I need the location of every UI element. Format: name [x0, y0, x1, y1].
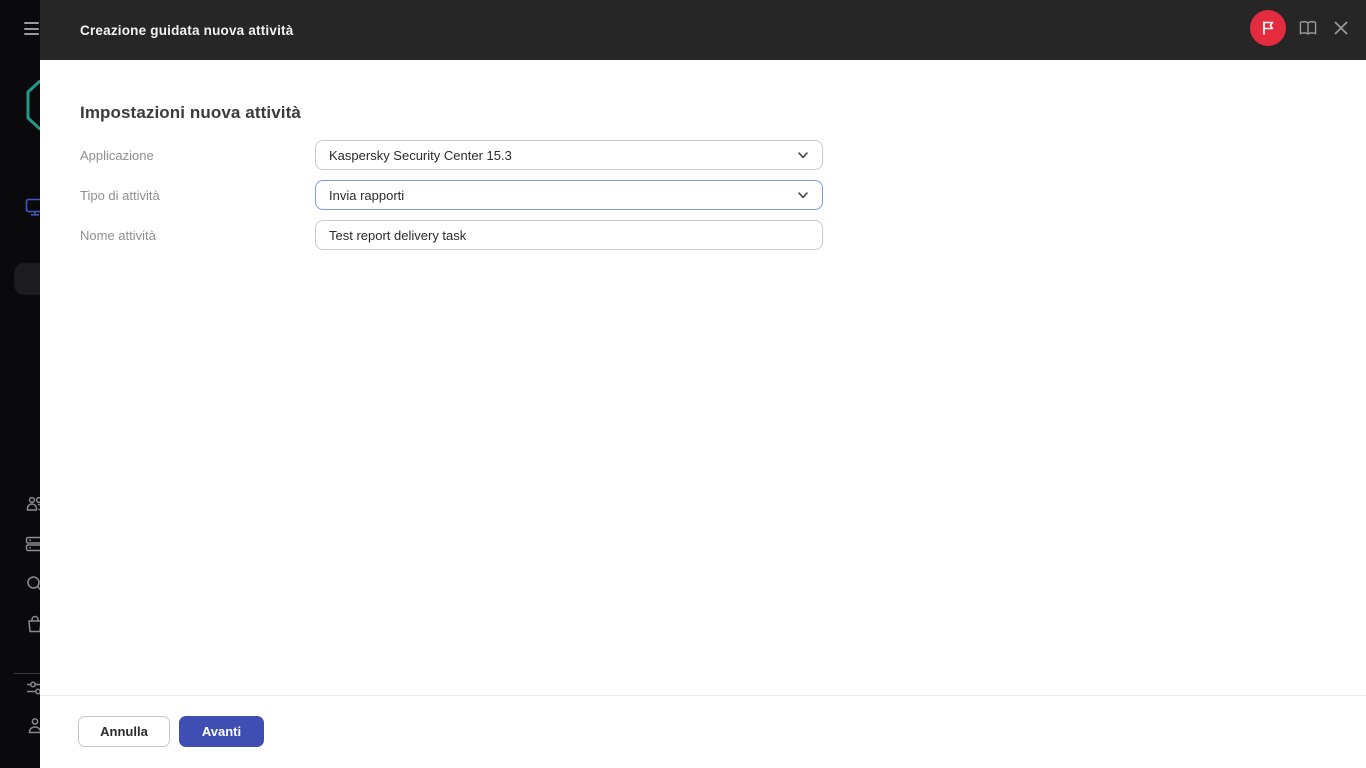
kaspersky-logo [26, 80, 40, 130]
book-icon [1299, 20, 1317, 35]
cancel-button[interactable]: Annulla [78, 716, 170, 747]
close-icon [1334, 21, 1348, 35]
flag-icon [1263, 21, 1274, 35]
task-type-select[interactable]: Invia rapporti [315, 180, 823, 210]
sidebar-strip [0, 0, 40, 768]
application-select[interactable]: Kaspersky Security Center 15.3 [315, 140, 823, 170]
application-select-value: Kaspersky Security Center 15.3 [329, 147, 512, 163]
users-icon[interactable] [25, 494, 40, 514]
marketplace-bag-icon[interactable] [25, 614, 40, 634]
footer-divider [40, 695, 1366, 696]
sidebar-selected-item[interactable] [14, 263, 40, 295]
whats-new-button[interactable] [1250, 10, 1286, 46]
task-type-select-value: Invia rapporti [329, 187, 405, 203]
wizard-title: Creazione guidata nuova attività [80, 22, 294, 38]
menu-icon[interactable] [24, 22, 39, 35]
devices-monitor-icon[interactable] [25, 197, 40, 217]
chevron-down-icon [798, 192, 808, 199]
close-button[interactable] [1332, 19, 1350, 37]
help-button[interactable] [1299, 19, 1317, 37]
application-label: Applicazione [80, 147, 154, 163]
next-button[interactable]: Avanti [179, 716, 264, 747]
search-icon[interactable] [25, 574, 40, 594]
servers-icon[interactable] [25, 534, 40, 554]
wizard-body: Impostazioni nuova attività Applicazione… [40, 60, 1366, 768]
chevron-down-icon [798, 152, 808, 159]
account-person-icon[interactable] [25, 716, 40, 736]
page-title: Impostazioni nuova attività [80, 103, 301, 122]
sidebar-divider [14, 673, 40, 674]
settings-sliders-icon[interactable] [25, 678, 40, 698]
task-type-label: Tipo di attività [80, 187, 160, 203]
task-name-label: Nome attività [80, 227, 156, 243]
task-name-input[interactable] [315, 220, 823, 250]
screen: Creazione guidata nuova attività Imposta… [0, 0, 1366, 768]
wizard-header: Creazione guidata nuova attività [40, 0, 1366, 60]
